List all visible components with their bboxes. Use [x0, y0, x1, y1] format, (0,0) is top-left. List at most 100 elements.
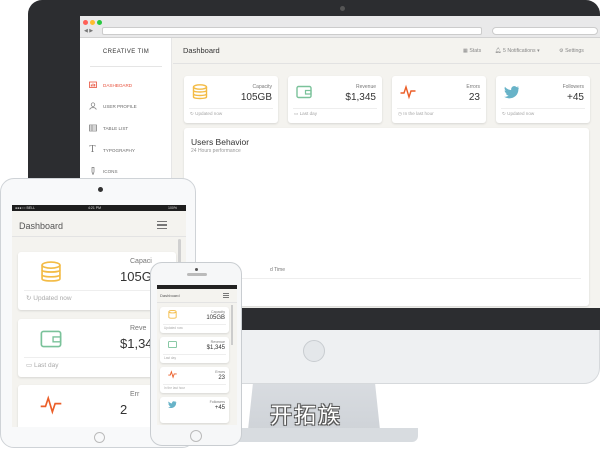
- stat-footer: Last day: [164, 356, 177, 360]
- twitter-icon: [168, 400, 177, 411]
- stat-label: Capaci: [130, 258, 152, 265]
- maximize-window-icon[interactable]: [97, 20, 102, 25]
- stat-label: Capacity: [252, 84, 272, 90]
- divider: [163, 324, 226, 325]
- calendar-icon: ▭: [26, 362, 34, 369]
- twitter-icon: [504, 84, 520, 104]
- stat-value: +45: [567, 92, 584, 103]
- stat-value: 23: [468, 92, 480, 103]
- stat-value: 2: [120, 402, 128, 417]
- followers-card: Followers +45: [160, 397, 229, 423]
- stat-label: Errors: [466, 84, 480, 90]
- stat-footer: ↻ Updated now: [190, 111, 223, 116]
- errors-card: Errors 23 ◷ In the last hour: [392, 76, 486, 123]
- stat-value: $1,345: [206, 345, 225, 351]
- close-window-icon[interactable]: [83, 20, 88, 25]
- revenue-card: Revenue $1,345 Last day: [160, 337, 229, 363]
- card-subtitle: 24 Hours performance: [191, 148, 241, 154]
- divider: [189, 108, 273, 109]
- scrollbar-thumb[interactable]: [231, 305, 233, 345]
- capacity-card: Capacity 105GB ↻ Updated now: [184, 76, 278, 123]
- divider: [24, 357, 170, 358]
- caret-down-icon: ▾: [535, 48, 540, 54]
- divider: [24, 290, 170, 291]
- minimize-window-icon[interactable]: [90, 20, 95, 25]
- dashboard-icon: [88, 81, 97, 90]
- watermark-text: 开拓族: [270, 404, 343, 429]
- apple-logo-icon: [303, 340, 325, 362]
- stat-value: 105GB: [206, 315, 225, 321]
- carrier-signal: ●●●○○ BELL: [15, 206, 36, 210]
- settings-link[interactable]: ⚙ Settings: [559, 48, 584, 54]
- pulse-icon: [400, 84, 416, 104]
- browser-toolbar: ◀ ▶: [80, 16, 600, 38]
- user-icon: [88, 102, 97, 111]
- divider: [501, 108, 585, 109]
- stat-value: +45: [214, 405, 225, 411]
- page-title: Dashboard: [183, 46, 220, 55]
- browser-search-input[interactable]: [492, 27, 598, 35]
- stat-label: Capacity: [211, 310, 225, 314]
- revenue-card: Revenue $1,345 ▭ Last day: [288, 76, 382, 123]
- followers-card: Followers +45 ↻ Updated now: [496, 76, 590, 123]
- back-forward-icon[interactable]: ◀ ▶: [84, 28, 93, 34]
- tablet-navbar: Dashboard: [12, 211, 186, 237]
- sidebar-item-dashboard[interactable]: DASHBOARD: [88, 78, 172, 92]
- hamburger-menu-icon[interactable]: [223, 293, 229, 299]
- notifications-dropdown[interactable]: 🔔︎ 5 Notifications ▾: [495, 48, 540, 54]
- phone-device: Dashboard Capacity 105GB Updated now Rev…: [150, 262, 242, 446]
- stat-footer: In the last hour: [164, 386, 186, 390]
- battery-level: 100%: [168, 206, 177, 210]
- sidebar-item-user-profile[interactable]: USER PROFILE: [88, 99, 172, 113]
- stat-label: Revenue: [355, 84, 376, 90]
- speaker-grille: [187, 273, 207, 276]
- sidebar-item-label: TYPOGRAPHY: [103, 147, 135, 153]
- page-title: Dashboard: [160, 293, 180, 298]
- divider: [163, 384, 226, 385]
- stat-footer: ▭ Last day: [294, 111, 317, 116]
- stat-footer: ↻ Updated now: [502, 111, 535, 116]
- hamburger-menu-icon[interactable]: [157, 221, 167, 231]
- sidebar-item-label: ICONS: [103, 168, 118, 174]
- sidebar-item-label: DASHBOARD: [103, 82, 133, 88]
- top-navbar: Dashboard ▦ Stats 🔔︎ 5 Notifications ▾ ⚙…: [173, 38, 600, 64]
- sidebar-item-label: TABLE LIST: [103, 125, 129, 131]
- status-time: 4:21 PM: [88, 206, 102, 210]
- wallet-icon: [40, 328, 62, 356]
- stat-label: Errors: [215, 370, 225, 374]
- stats-link[interactable]: ▦ Stats: [463, 48, 481, 54]
- page-title: Dashboard: [19, 221, 64, 231]
- stat-footer: Updated now: [164, 326, 183, 330]
- wallet-icon: [296, 84, 312, 104]
- sidebar-item-label: USER PROFILE: [103, 103, 137, 109]
- sidebar-item-typography[interactable]: T TYPOGRAPHY: [88, 143, 172, 157]
- sidebar-item-icons[interactable]: ICONS: [88, 164, 172, 178]
- phone-screen: Dashboard Capacity 105GB Updated now Rev…: [157, 285, 237, 425]
- divider: [191, 278, 581, 279]
- stat-label: Revenue: [210, 340, 225, 344]
- phone-navbar: Dashboard: [157, 289, 237, 303]
- stat-value: 105G: [120, 269, 152, 284]
- address-bar[interactable]: [102, 27, 482, 35]
- stat-footer: ▭ Last day: [26, 362, 59, 369]
- divider: [163, 354, 226, 355]
- wallet-icon: [168, 340, 177, 351]
- stat-label: Followers: [209, 400, 225, 404]
- divider: [90, 66, 162, 67]
- stat-label: Reve: [130, 325, 147, 332]
- camera-icon: [340, 6, 345, 11]
- home-button[interactable]: [94, 432, 105, 443]
- home-button[interactable]: [190, 430, 202, 442]
- database-icon: [40, 261, 62, 289]
- typography-icon: T: [89, 145, 96, 155]
- pulse-icon: [168, 370, 177, 381]
- card-title: Users Behavior: [191, 137, 250, 147]
- camera-icon: [98, 187, 103, 192]
- stat-value: $1,345: [345, 92, 376, 103]
- camera-icon: [195, 268, 198, 271]
- stat-label: Err: [130, 391, 140, 398]
- stat-footer: ↻ Updated now: [26, 295, 72, 302]
- database-icon: [192, 84, 208, 104]
- sidebar-item-table-list[interactable]: TABLE LIST: [88, 121, 172, 135]
- brand-logo[interactable]: CREATIVE TIM: [80, 49, 172, 55]
